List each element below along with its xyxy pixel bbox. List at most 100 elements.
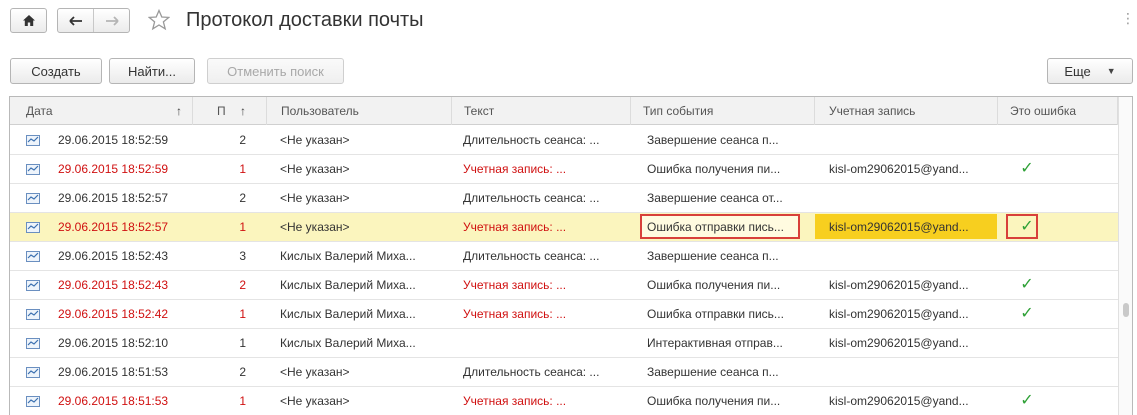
mail-log-icon bbox=[26, 222, 40, 233]
table-row[interactable]: 29.06.2015 18:52:59 1 <Не указан> Учетная з… bbox=[10, 155, 1118, 184]
column-p-label: П bbox=[217, 104, 226, 118]
cell-user: <Не указан> bbox=[280, 365, 350, 379]
cell-account bbox=[829, 242, 989, 270]
cell-date: 29.06.2015 18:51:53 bbox=[58, 365, 169, 379]
cell-p: 1 bbox=[239, 220, 246, 234]
scrollbar-thumb[interactable] bbox=[1123, 303, 1129, 317]
column-event-type[interactable]: Тип события bbox=[631, 97, 815, 125]
table-row[interactable]: 29.06.2015 18:52:43 2 Кислых Валерий Миха.… bbox=[10, 271, 1118, 300]
cell-event-type: Завершение сеанса от... bbox=[647, 191, 783, 205]
table-row[interactable]: 29.06.2015 18:51:53 2 <Не указан> Длительно… bbox=[10, 358, 1118, 387]
navigation-buttons bbox=[57, 8, 130, 33]
star-icon bbox=[148, 9, 170, 31]
cell-event-type: Интерактивная отправ... bbox=[647, 336, 783, 350]
column-p[interactable]: П ↑ bbox=[193, 97, 267, 125]
column-text[interactable]: Текст bbox=[452, 97, 631, 125]
sort-ascending-icon: ↑ bbox=[176, 104, 182, 118]
cell-text: Длительность сеанса: ... bbox=[463, 133, 600, 147]
cell-user: Кислых Валерий Миха... bbox=[280, 336, 416, 350]
check-icon bbox=[1014, 184, 1040, 212]
table-row[interactable]: 29.06.2015 18:52:10 1 Кислых Валерий Миха.… bbox=[10, 329, 1118, 358]
cell-date: 29.06.2015 18:52:59 bbox=[58, 162, 169, 176]
cell-user: <Не указан> bbox=[280, 133, 350, 147]
column-date[interactable]: Дата ↑ bbox=[10, 97, 193, 125]
mail-log-icon bbox=[26, 164, 40, 175]
cell-user: Кислых Валерий Миха... bbox=[280, 249, 416, 263]
mail-log-icon bbox=[26, 367, 40, 378]
cancel-search-button[interactable]: Отменить поиск bbox=[207, 58, 344, 84]
cell-text: Учетная запись: ... bbox=[463, 220, 567, 234]
cell-p: 2 bbox=[239, 133, 246, 147]
more-menu-button[interactable]: Еще ▼ bbox=[1047, 58, 1133, 84]
table-row[interactable]: 29.06.2015 18:52:57 2 <Не указан> Длительно… bbox=[10, 184, 1118, 213]
more-menu-label: Еще bbox=[1064, 63, 1091, 79]
cell-text: Учетная запись: ... bbox=[463, 394, 567, 408]
cell-text: Учетная запись: ... bbox=[463, 278, 567, 292]
back-button[interactable] bbox=[58, 9, 93, 32]
cell-p: 2 bbox=[239, 278, 246, 292]
more-vertical-icon[interactable]: ⋮ bbox=[1121, 10, 1135, 26]
table-row[interactable]: 29.06.2015 18:52:57 1 <Не указан> Учетная з… bbox=[10, 213, 1118, 242]
cell-p: 3 bbox=[239, 249, 246, 263]
cell-account: kisl-om29062015@yand... bbox=[829, 336, 969, 350]
page-title: Протокол доставки почты bbox=[186, 9, 424, 31]
check-icon bbox=[1014, 329, 1040, 357]
cell-p: 1 bbox=[239, 336, 246, 350]
table-row[interactable]: 29.06.2015 18:52:43 3 Кислых Валерий Миха.… bbox=[10, 242, 1118, 271]
cell-p: 2 bbox=[239, 191, 246, 205]
cell-p: 1 bbox=[239, 394, 246, 408]
cell-event-type: Завершение сеанса п... bbox=[647, 133, 779, 147]
arrow-left-icon bbox=[68, 15, 82, 26]
cell-date: 29.06.2015 18:52:57 bbox=[58, 191, 169, 205]
column-user[interactable]: Пользователь bbox=[267, 97, 452, 125]
cell-date: 29.06.2015 18:52:59 bbox=[58, 133, 169, 147]
cell-text bbox=[463, 329, 623, 357]
sort-ascending-icon: ↑ bbox=[240, 104, 246, 118]
cell-date: 29.06.2015 18:52:10 bbox=[58, 336, 169, 350]
mail-log-icon bbox=[26, 338, 40, 349]
check-icon bbox=[1014, 126, 1040, 154]
table-body: 29.06.2015 18:52:59 2 <Не указан> Длительно… bbox=[10, 126, 1118, 415]
cell-account bbox=[829, 126, 989, 154]
mail-log-icon bbox=[26, 193, 40, 204]
check-icon: ✓ bbox=[1020, 276, 1034, 293]
cell-account: kisl-om29062015@yand... bbox=[829, 278, 969, 292]
cell-text: Длительность сеанса: ... bbox=[463, 365, 600, 379]
cell-text: Длительность сеанса: ... bbox=[463, 191, 600, 205]
cell-text: Учетная запись: ... bbox=[463, 307, 567, 321]
cell-date: 29.06.2015 18:52:43 bbox=[58, 278, 169, 292]
check-icon: ✓ bbox=[1020, 392, 1034, 409]
home-button[interactable] bbox=[10, 8, 47, 33]
page-header: Протокол доставки почты ⋮ bbox=[0, 0, 1137, 42]
cell-p: 2 bbox=[239, 365, 246, 379]
table-row[interactable]: 29.06.2015 18:51:53 1 <Не указан> Учетная з… bbox=[10, 387, 1118, 415]
check-icon bbox=[1014, 358, 1040, 386]
favorite-button[interactable] bbox=[146, 7, 172, 33]
cell-user: Кислых Валерий Миха... bbox=[280, 278, 416, 292]
check-icon: ✓ bbox=[1020, 305, 1034, 322]
column-is-error[interactable]: Это ошибка bbox=[998, 97, 1118, 125]
table-row[interactable]: 29.06.2015 18:52:42 1 Кислых Валерий Миха.… bbox=[10, 300, 1118, 329]
cell-date: 29.06.2015 18:52:42 bbox=[58, 307, 169, 321]
vertical-scrollbar[interactable] bbox=[1118, 97, 1132, 415]
cell-event-type: Завершение сеанса п... bbox=[647, 365, 779, 379]
cell-text: Длительность сеанса: ... bbox=[463, 249, 600, 263]
arrow-right-icon bbox=[105, 15, 119, 26]
cell-event-type: Ошибка отправки пись... bbox=[647, 307, 784, 321]
table-row[interactable]: 29.06.2015 18:52:59 2 <Не указан> Длительно… bbox=[10, 126, 1118, 155]
create-button[interactable]: Создать bbox=[10, 58, 102, 84]
check-icon bbox=[1014, 242, 1040, 270]
find-button[interactable]: Найти... bbox=[109, 58, 195, 84]
cell-event-type: Ошибка получения пи... bbox=[647, 162, 781, 176]
mail-log-icon bbox=[26, 396, 40, 407]
check-icon: ✓ bbox=[1020, 160, 1034, 177]
cell-text: Учетная запись: ... bbox=[463, 162, 567, 176]
chevron-down-icon: ▼ bbox=[1106, 66, 1116, 76]
forward-button[interactable] bbox=[93, 9, 129, 32]
column-account[interactable]: Учетная запись bbox=[815, 97, 998, 125]
cell-p: 1 bbox=[239, 307, 246, 321]
cell-user: <Не указан> bbox=[280, 394, 350, 408]
mail-log-icon bbox=[26, 280, 40, 291]
cell-date: 29.06.2015 18:52:57 bbox=[58, 220, 169, 234]
cell-account bbox=[829, 184, 989, 212]
